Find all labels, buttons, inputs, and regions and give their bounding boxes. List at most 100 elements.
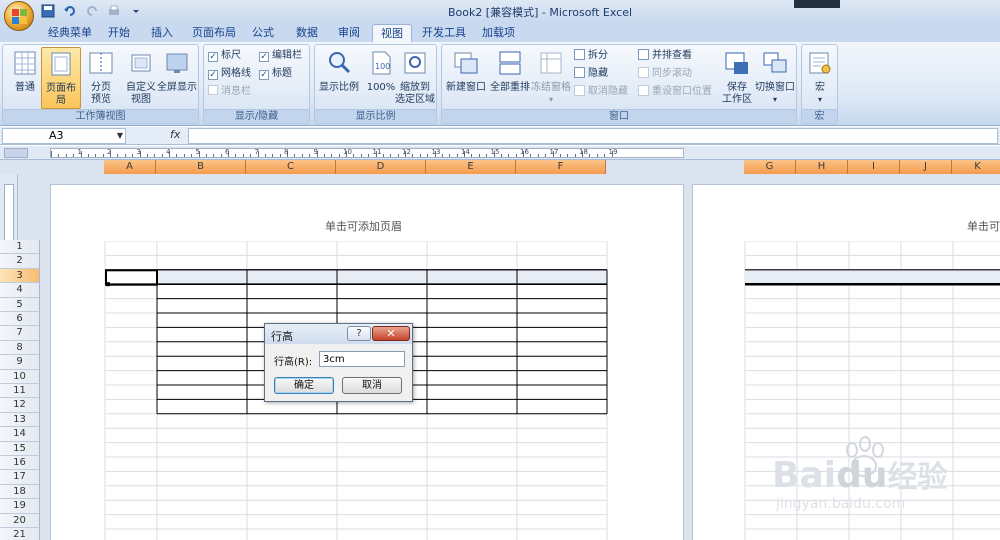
name-box[interactable]: A3 ▼ <box>2 128 126 144</box>
row-header-1[interactable]: 1 <box>0 240 40 255</box>
sync-scroll-icon <box>638 67 649 78</box>
gridlines-checkbox[interactable]: ✓ 网格线 <box>208 67 251 81</box>
ruler-tick <box>508 154 510 157</box>
tab-formulas[interactable]: 公式 <box>244 24 282 42</box>
zoom-button[interactable]: 显示比例 <box>317 47 361 109</box>
row-header-13[interactable]: 13 <box>0 412 40 428</box>
insert-function-icon[interactable]: fx <box>170 128 180 141</box>
column-header-e[interactable]: E <box>426 160 516 174</box>
unhide-button: 取消隐藏 <box>574 85 628 99</box>
full-screen-button[interactable]: 全屏显示 <box>157 47 197 109</box>
row-header-3[interactable]: 3 <box>0 268 40 284</box>
ruler-label: 2 <box>107 148 112 156</box>
row-header-9[interactable]: 9 <box>0 355 40 370</box>
tab-developer[interactable]: 开发工具 <box>414 24 474 42</box>
new-window-button[interactable]: 新建窗口 <box>444 47 488 109</box>
row-header-8[interactable]: 8 <box>0 340 40 356</box>
ruler-tick <box>176 154 178 157</box>
normal-view-icon <box>14 51 36 75</box>
row-header-6[interactable]: 6 <box>0 312 40 327</box>
ruler-tick <box>301 154 303 157</box>
question-icon: ? <box>356 328 362 339</box>
tab-insert[interactable]: 插入 <box>143 24 181 42</box>
row-header-14[interactable]: 14 <box>0 427 40 442</box>
zoom-to-selection-button[interactable]: 缩放到 选定区域 <box>395 47 435 109</box>
ruler-tick <box>73 154 75 157</box>
column-header-i[interactable]: I <box>848 160 900 174</box>
side-by-side-button[interactable]: 并排查看 <box>638 49 692 63</box>
tab-data[interactable]: 数据 <box>288 24 326 42</box>
tab-classic-menu[interactable]: 经典菜单 <box>40 24 100 42</box>
checkbox-checked-icon: ✓ <box>259 70 269 80</box>
column-header-k[interactable]: K <box>952 160 1000 174</box>
split-button[interactable]: 拆分 <box>574 49 608 63</box>
tab-review[interactable]: 审阅 <box>330 24 368 42</box>
row-height-dialog: 行高 ? ✕ 行高(R): 确定 取消 <box>264 323 413 402</box>
row-height-input[interactable] <box>319 351 405 367</box>
row-header-5[interactable]: 5 <box>0 297 40 312</box>
row-header-17[interactable]: 17 <box>0 470 40 485</box>
tab-view[interactable]: 视图 <box>372 24 412 42</box>
cancel-button[interactable]: 取消 <box>342 377 402 394</box>
ruler-tick <box>596 154 598 157</box>
ok-button[interactable]: 确定 <box>274 377 334 394</box>
row-header-10[interactable]: 10 <box>0 369 40 384</box>
ruler-label: 9 <box>313 148 318 156</box>
help-button[interactable]: ? <box>347 326 371 341</box>
freeze-panes-button[interactable]: 冻结窗格 ▾ <box>530 47 572 109</box>
ruler-tick <box>132 154 134 157</box>
formula-bar-checkbox[interactable]: ✓ 编辑栏 <box>259 49 302 63</box>
column-header-f[interactable]: F <box>516 160 606 174</box>
hide-button[interactable]: 隐藏 <box>574 67 608 81</box>
save-workspace-button[interactable]: 保存 工作区 <box>718 47 756 109</box>
ruler-label: 5 <box>195 148 200 156</box>
row-height-label: 行高(R): <box>274 357 313 368</box>
ruler-checkbox[interactable]: ✓ 标尺 <box>208 49 241 63</box>
column-header-h[interactable]: H <box>796 160 848 174</box>
office-button[interactable] <box>4 1 34 31</box>
page-break-preview-icon <box>89 52 113 74</box>
ruler-tick <box>559 154 561 157</box>
column-header-j[interactable]: J <box>900 160 952 174</box>
tab-home[interactable]: 开始 <box>100 24 138 42</box>
horizontal-ruler[interactable]: 1 2 3 4 5 6 7 8 9 10 11 12 13 14 15 16 17 18 19 <box>50 148 684 158</box>
fill-handle <box>106 282 110 287</box>
row-header-12[interactable]: 12 <box>0 398 40 413</box>
page-layout-view-button[interactable]: 页面布局 <box>41 47 81 109</box>
arrange-all-button[interactable]: 全部重排 <box>488 47 532 109</box>
row-header-11[interactable]: 11 <box>0 384 40 399</box>
row-header-21[interactable]: 21 <box>0 528 40 540</box>
macro-icon <box>809 52 831 74</box>
page-break-preview-button[interactable]: 分页 预览 <box>81 47 121 109</box>
custom-views-button[interactable]: 自定义 视图 <box>121 47 161 109</box>
column-header-d[interactable]: D <box>336 160 426 174</box>
close-button[interactable]: ✕ <box>372 326 410 341</box>
row-header-4[interactable]: 4 <box>0 283 40 298</box>
macros-button[interactable]: 宏 ▾ <box>803 47 837 109</box>
switch-windows-button[interactable]: 切换窗口 ▾ <box>754 47 796 109</box>
row-header-2[interactable]: 2 <box>0 254 40 269</box>
tab-page-layout[interactable]: 页面布局 <box>184 24 244 42</box>
normal-view-button[interactable]: 普通 <box>5 47 45 109</box>
ruler-tick <box>515 154 517 157</box>
headings-checkbox[interactable]: ✓ 标题 <box>259 67 292 81</box>
group-workbook-views: 普通 页面布局 分页 预览 自定义 视图 全屏显示 工作簿视图 <box>2 44 199 124</box>
page-header-placeholder[interactable]: 单击可添加页眉 <box>325 218 402 234</box>
column-header-g[interactable]: G <box>744 160 796 174</box>
page-2-header-placeholder[interactable]: 单击可 <box>967 218 1000 234</box>
row-header-18[interactable]: 18 <box>0 484 40 500</box>
formula-input[interactable] <box>188 128 998 144</box>
tab-add-ins[interactable]: 加载项 <box>474 24 523 42</box>
ruler-tick <box>272 154 274 157</box>
page-100-icon: 100 <box>372 51 391 75</box>
column-header-b[interactable]: B <box>156 160 246 174</box>
row-header-20[interactable]: 20 <box>0 513 40 528</box>
dialog-title-bar[interactable]: 行高 ? ✕ <box>265 324 412 344</box>
row-header-7[interactable]: 7 <box>0 326 40 341</box>
row-header-15[interactable]: 15 <box>0 441 40 456</box>
ruler-tick <box>331 154 333 157</box>
row-header-19[interactable]: 19 <box>0 499 40 514</box>
column-header-a[interactable]: A <box>104 160 156 174</box>
row-header-16[interactable]: 16 <box>0 456 40 471</box>
column-header-c[interactable]: C <box>246 160 336 174</box>
